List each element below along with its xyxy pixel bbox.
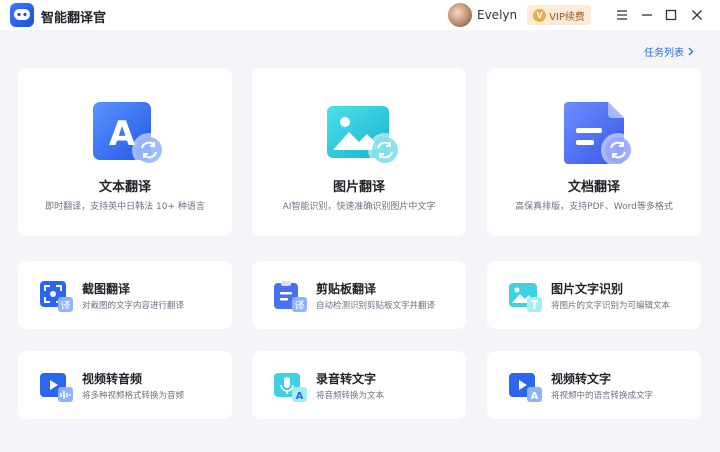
clipboard-translate-desc: 自动检测识别剪贴板文字并翻译 <box>316 301 436 311</box>
video-to-audio-desc: 将多种视频格式转换为音频 <box>82 391 185 401</box>
document-translate-icon <box>562 102 636 168</box>
image-translate-card[interactable]: 图片翻译 AI智能识别，快速准确识别图片中文字 <box>252 68 466 236</box>
document-translate-title: 文档翻译 <box>567 180 620 195</box>
vip-renew-button[interactable]: V VIP续费 <box>527 5 591 25</box>
audio-to-text-title: 录音转文字 <box>316 372 377 386</box>
document-translate-card[interactable]: 文档翻译 高保真排版，支持PDF、Word等多格式 <box>487 68 701 236</box>
vip-renew-label: VIP续费 <box>549 11 585 23</box>
image-ocr-title: 图片文字识别 <box>551 282 624 296</box>
vip-badge-icon: V <box>533 8 547 22</box>
video-to-audio-icon <box>40 371 74 403</box>
image-translate-title: 图片翻译 <box>332 180 385 195</box>
clipboard-translate-card[interactable]: 译 剪贴板翻译 自动检测识别剪贴板文字并翻译 <box>252 261 466 329</box>
screenshot-translate-card[interactable]: 译 截图翻译 对截图的文字内容进行翻译 <box>18 261 232 329</box>
svg-text:A: A <box>531 391 539 402</box>
image-translate-icon <box>327 102 402 168</box>
clipboard-translate-title: 剪贴板翻译 <box>316 282 377 296</box>
audio-to-text-card[interactable]: A 录音转文字 将音频转换为文本 <box>252 351 466 419</box>
svg-text:A: A <box>109 114 136 154</box>
video-to-text-card[interactable]: A 视频转文字 将视频中的语言转换成文字 <box>487 351 701 419</box>
audio-to-text-icon: A <box>274 371 308 403</box>
username[interactable]: Evelyn <box>477 8 517 22</box>
screenshot-translate-desc: 对截图的文字内容进行翻译 <box>82 301 185 311</box>
image-translate-desc: AI智能识别，快速准确识别图片中文字 <box>282 202 436 212</box>
text-translate-icon: A <box>93 102 167 168</box>
close-icon[interactable] <box>688 6 706 24</box>
image-ocr-icon <box>509 281 543 313</box>
video-to-audio-card[interactable]: 视频转音频 将多种视频格式转换为音频 <box>18 351 232 419</box>
avatar[interactable] <box>448 3 472 27</box>
task-list-label: 任务列表 <box>644 48 684 59</box>
text-translate-desc: 即时翻译，支持英中日韩法 10+ 种语言 <box>45 202 205 212</box>
screenshot-translate-icon: 译 <box>40 281 74 313</box>
video-to-audio-title: 视频转音频 <box>82 372 143 386</box>
task-list-link[interactable]: 任务列表 <box>644 44 694 59</box>
audio-to-text-desc: 将音频转换为文本 <box>316 391 385 401</box>
svg-text:A: A <box>296 391 304 402</box>
image-ocr-card[interactable]: 图片文字识别 将图片的文字识别为可编辑文本 <box>487 261 701 329</box>
app-logo-icon <box>10 3 34 27</box>
text-translate-card[interactable]: A 文本翻译 即时翻译，支持英中日韩法 10+ 种语言 <box>18 68 232 236</box>
document-translate-desc: 高保真排版，支持PDF、Word等多格式 <box>515 202 673 212</box>
minimize-icon[interactable] <box>638 6 656 24</box>
menu-icon[interactable] <box>613 6 631 24</box>
title-bar: 智能翻译官 Evelyn V VIP续费 <box>0 0 720 30</box>
image-ocr-desc: 将图片的文字识别为可编辑文本 <box>551 301 671 311</box>
video-to-text-desc: 将视频中的语言转换成文字 <box>551 391 654 401</box>
clipboard-translate-icon: 译 <box>274 281 308 313</box>
app-title: 智能翻译官 <box>41 11 107 26</box>
chevron-right-icon <box>688 47 694 56</box>
screenshot-translate-title: 截图翻译 <box>82 282 131 296</box>
maximize-icon[interactable] <box>662 6 680 24</box>
video-to-text-title: 视频转文字 <box>551 372 612 386</box>
video-to-text-icon: A <box>509 371 543 403</box>
text-translate-title: 文本翻译 <box>98 180 151 195</box>
svg-text:译: 译 <box>61 300 71 312</box>
svg-text:译: 译 <box>295 300 305 312</box>
